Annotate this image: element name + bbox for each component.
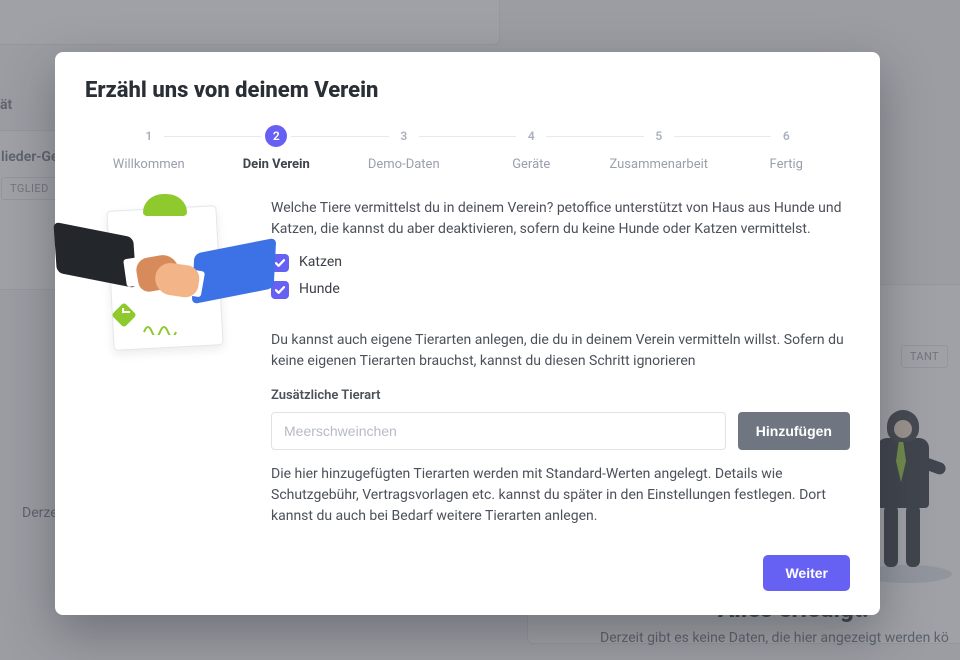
intro-text: Welche Tiere vermittelst du in deinem Ve…	[271, 198, 850, 240]
modal-content: Welche Tiere vermittelst du in deinem Ve…	[271, 198, 850, 591]
field-label: Zusätzliche Tierart	[271, 386, 850, 406]
step-label: Fertig	[723, 157, 851, 172]
step-number: 5	[648, 125, 670, 147]
step-demo-daten[interactable]: 3 Demo-Daten	[340, 125, 468, 172]
step-number: 4	[520, 125, 542, 147]
step-label: Willkommen	[85, 157, 213, 172]
add-species-button[interactable]: Hinzufügen	[738, 412, 850, 450]
step-indicator: 1 Willkommen 2 Dein Verein 3 Demo-Daten …	[85, 125, 850, 172]
step-fertig[interactable]: 6 Fertig	[723, 125, 851, 172]
checkbox-label: Hunde	[299, 279, 340, 300]
step-number: 3	[393, 125, 415, 147]
step-label: Geräte	[468, 157, 596, 172]
step-zusammenarbeit[interactable]: 5 Zusammenarbeit	[595, 125, 723, 172]
step-willkommen[interactable]: 1 Willkommen	[85, 125, 213, 172]
step-number: 6	[775, 125, 797, 147]
additional-species-input[interactable]	[271, 412, 726, 450]
checkbox-hunde[interactable]: Hunde	[271, 279, 850, 300]
next-button[interactable]: Weiter	[763, 555, 850, 591]
onboarding-modal: Erzähl uns von deinem Verein 1 Willkomme…	[55, 52, 880, 615]
handshake-illustration	[85, 198, 245, 591]
step-geraete[interactable]: 4 Geräte	[468, 125, 596, 172]
custom-species-intro: Du kannst auch eigene Tierarten anlegen,…	[271, 330, 850, 372]
hint-text: Die hier hinzugefügten Tierarten werden …	[271, 464, 850, 527]
modal-title: Erzähl uns von deinem Verein	[85, 78, 850, 103]
step-label: Demo-Daten	[340, 157, 468, 172]
step-number: 1	[138, 125, 160, 147]
step-dein-verein[interactable]: 2 Dein Verein	[213, 125, 341, 172]
step-number: 2	[265, 125, 287, 147]
step-label: Zusammenarbeit	[595, 157, 723, 172]
step-label: Dein Verein	[213, 157, 341, 172]
checkbox-katzen[interactable]: Katzen	[271, 252, 850, 273]
checkbox-label: Katzen	[299, 252, 342, 273]
